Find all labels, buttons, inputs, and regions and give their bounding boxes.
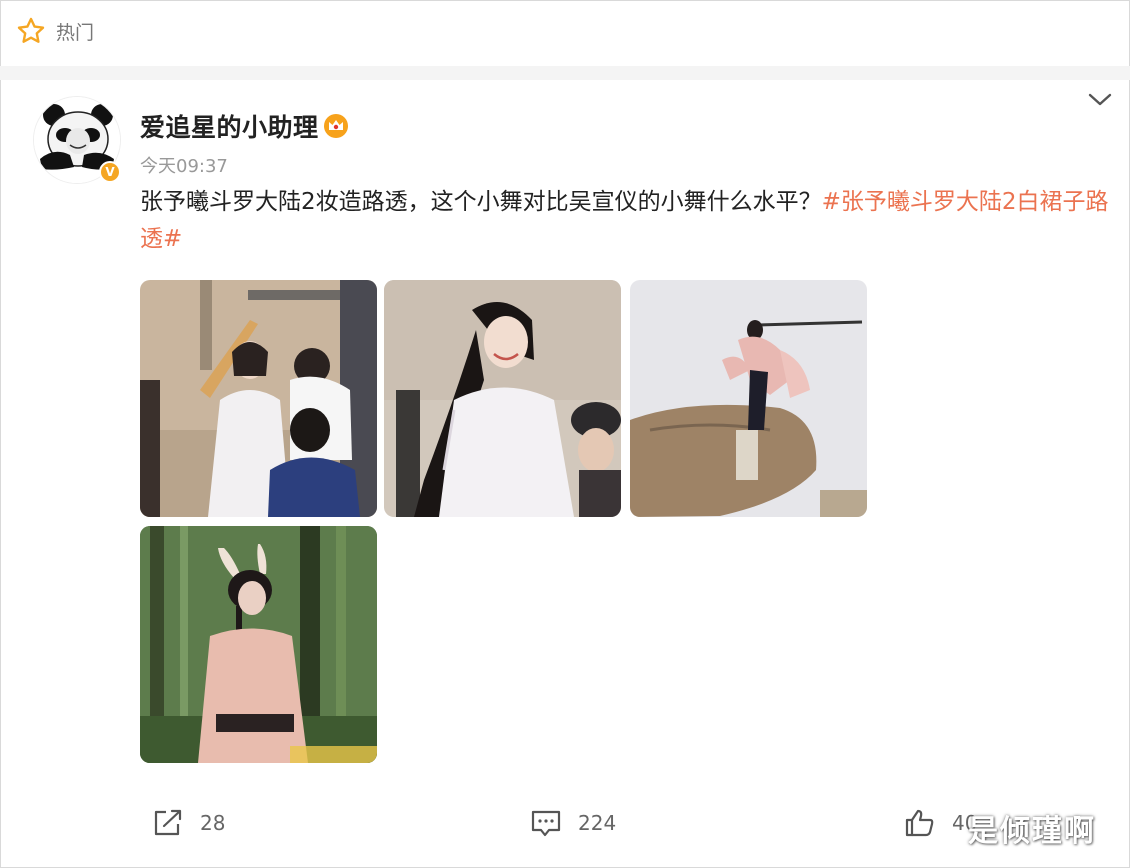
post-body: 张予曦斗罗大陆2妆造路透，这个小舞对比吴宣仪的小舞什么水平？ <box>140 189 822 215</box>
post-image-3[interactable] <box>630 280 867 517</box>
post-text: 张予曦斗罗大陆2妆造路透，这个小舞对比吴宣仪的小舞什么水平？#张予曦斗罗大陆2白… <box>140 184 1115 258</box>
post-image-4[interactable] <box>140 526 377 763</box>
vip-crown-icon <box>323 113 349 139</box>
share-count: 28 <box>200 811 226 835</box>
tab-hot[interactable]: 热门 <box>16 16 94 46</box>
watermark-text: 是倾瑾啊 <box>968 814 1096 849</box>
comment-count: 224 <box>578 811 617 835</box>
star-icon <box>16 16 46 46</box>
comment-icon <box>530 808 562 838</box>
share-button[interactable]: 28 <box>152 806 225 840</box>
header-divider <box>0 66 1130 80</box>
post-image-1[interactable] <box>140 280 377 517</box>
comment-button[interactable]: 224 <box>530 806 616 840</box>
author-name[interactable]: 爱追星的小助理 <box>140 108 319 144</box>
verified-badge: V <box>99 161 121 183</box>
chevron-down-icon[interactable] <box>1086 88 1114 112</box>
thumbs-up-icon <box>904 808 936 838</box>
post-time: 今天09:37 <box>140 156 228 177</box>
post-image-2[interactable] <box>384 280 621 517</box>
like-button[interactable]: 40 <box>904 806 977 840</box>
share-icon <box>152 808 184 838</box>
tab-hot-label: 热门 <box>56 21 95 44</box>
